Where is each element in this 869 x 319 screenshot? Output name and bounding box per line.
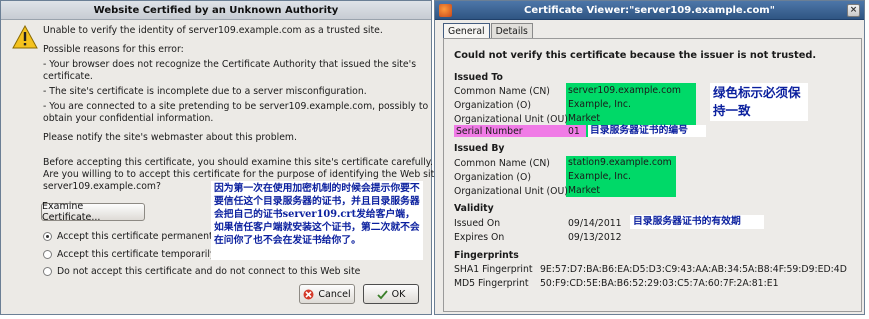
close-icon[interactable]: × xyxy=(847,4,860,17)
untrusted-issuer-warning: Could not verify this certificate becaus… xyxy=(454,50,817,61)
before-accepting-line-2: Are you willing to to accept this certif… xyxy=(43,169,440,180)
warning-icon xyxy=(12,25,38,49)
before-accepting-line-1: Before accepting this certificate, you s… xyxy=(43,157,433,168)
expires-on-label: Expires On xyxy=(454,232,505,243)
ok-icon xyxy=(377,289,388,299)
accept-temporarily-option[interactable]: Accept this certificate temporarily fo xyxy=(43,249,227,260)
dialog-titlebar: Website Certified by an Unknown Authorit… xyxy=(1,1,431,20)
annotation-serial: 目录服务器证书的编号 xyxy=(588,125,706,137)
cancel-label: Cancel xyxy=(318,288,351,300)
viewer-title: Certificate Viewer:"server109.example.co… xyxy=(524,4,775,16)
issued-to-cn-label: Common Name (CN) xyxy=(454,86,550,97)
issued-by-o-label: Organization (O) xyxy=(454,172,531,183)
reason-1-line-1: - Your browser does not recognize the Ce… xyxy=(43,59,417,70)
reject-certificate-label: Do not accept this certificate and do no… xyxy=(57,266,361,277)
issued-by-ou-value: Market xyxy=(568,185,600,196)
viewer-tabs: General Details xyxy=(443,23,534,39)
reason-2: - The site's certificate is incomplete d… xyxy=(43,86,367,97)
cancel-icon xyxy=(303,289,314,299)
radio-icon[interactable] xyxy=(43,267,52,276)
issued-by-ou-label: Organizational Unit (OU) xyxy=(454,186,568,197)
tab-details[interactable]: Details xyxy=(490,23,533,39)
dialog-title: Website Certified by an Unknown Authorit… xyxy=(93,4,339,16)
reasons-heading: Possible reasons for this error: xyxy=(43,44,184,55)
accept-temporarily-label: Accept this certificate temporarily fo xyxy=(57,249,228,260)
issued-by-o-value: Example, Inc. xyxy=(568,171,631,182)
annotation-trust-explanation: 因为第一次在使用加密机制的时候会提示你要不要信任这个目录服务器的证书，并且目录服… xyxy=(211,181,423,260)
issued-to-cn-value: server109.example.com xyxy=(568,85,681,96)
ok-label: OK xyxy=(391,288,406,300)
reason-1-line-2: certificate. xyxy=(43,71,93,82)
issued-to-heading: Issued To xyxy=(454,72,503,83)
radio-icon[interactable] xyxy=(43,250,52,259)
issued-by-cn-value: station9.example.com xyxy=(568,157,672,168)
sha1-value: 9E:57:D7:BA:B6:EA:D5:D3:C9:43:AA:AB:34:5… xyxy=(540,264,847,275)
tab-general[interactable]: General xyxy=(443,23,490,39)
before-accepting-line-3: server109.example.com? xyxy=(43,181,161,192)
ok-button[interactable]: OK xyxy=(363,284,419,304)
annotation-validity: 目录服务器证书的有效期 xyxy=(630,215,764,229)
examine-certificate-label: Examine Certificate... xyxy=(42,201,101,223)
reject-certificate-option[interactable]: Do not accept this certificate and do no… xyxy=(43,266,360,277)
issued-to-o-label: Organization (O) xyxy=(454,100,531,111)
validity-heading: Validity xyxy=(454,203,494,214)
viewer-titlebar: Certificate Viewer:"server109.example.co… xyxy=(435,1,864,20)
radio-selected-icon[interactable] xyxy=(43,232,52,241)
certificate-viewer-window: Certificate Viewer:"server109.example.co… xyxy=(434,0,865,315)
sha1-label: SHA1 Fingerprint xyxy=(454,264,533,275)
issued-by-cn-label: Common Name (CN) xyxy=(454,158,550,169)
expires-on-value: 09/13/2012 xyxy=(568,232,622,243)
annotation-must-match: 绿色标示必须保持一致 xyxy=(710,83,808,121)
issued-to-ou-value: Market xyxy=(568,113,600,124)
unknown-authority-dialog: Website Certified by an Unknown Authorit… xyxy=(0,0,440,315)
fingerprints-heading: Fingerprints xyxy=(454,250,519,261)
reason-3-line-2: obtain your confidential information. xyxy=(43,113,214,124)
issued-to-o-value: Example, Inc. xyxy=(568,99,631,110)
cancel-button[interactable]: Cancel xyxy=(299,284,355,304)
serial-number-label: Serial Number xyxy=(456,126,523,137)
app-icon xyxy=(439,4,452,17)
md5-value: 50:F9:CD:5E:BA:B6:52:29:03:C5:7A:60:7F:2… xyxy=(540,278,779,289)
general-panel: Could not verify this certificate becaus… xyxy=(443,38,862,312)
accept-permanently-label: Accept this certificate permanently xyxy=(57,231,221,242)
accept-permanently-option[interactable]: Accept this certificate permanently xyxy=(43,231,221,242)
serial-number-value: 01 xyxy=(568,126,580,137)
issued-on-value: 09/14/2011 xyxy=(568,218,622,229)
notify-webmaster-text: Please notify the site's webmaster about… xyxy=(43,132,297,143)
reason-3-line-1: - You are connected to a site pretending… xyxy=(43,101,429,112)
error-message: Unable to verify the identity of server1… xyxy=(43,25,383,36)
examine-certificate-button[interactable]: Examine Certificate... xyxy=(41,201,145,223)
md5-label: MD5 Fingerprint xyxy=(454,278,529,289)
issued-to-ou-label: Organizational Unit (OU) xyxy=(454,114,568,125)
issued-by-heading: Issued By xyxy=(454,143,505,154)
issued-on-label: Issued On xyxy=(454,218,501,229)
